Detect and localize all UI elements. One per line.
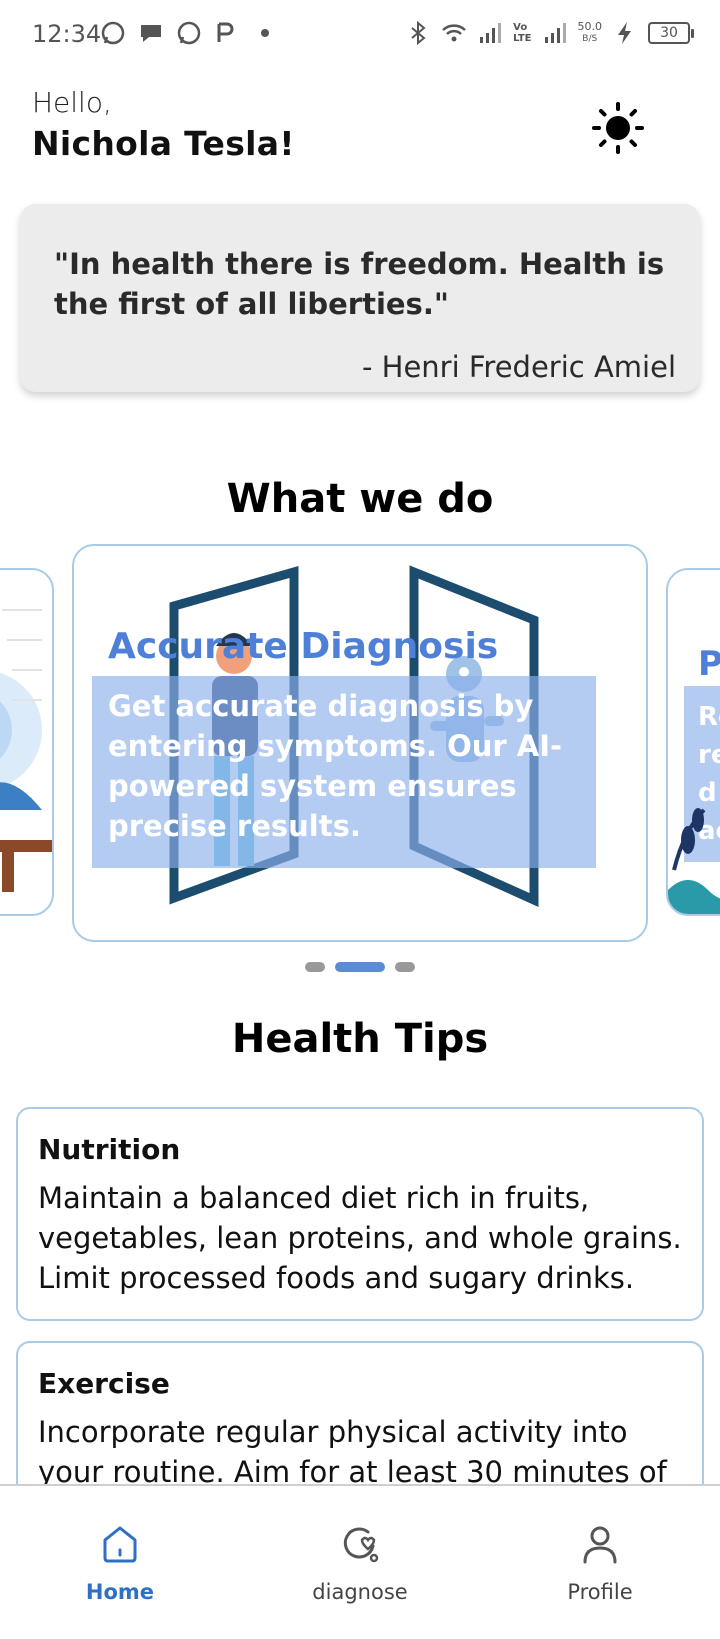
bottom-navigation: Home diagnose Profile bbox=[0, 1484, 720, 1639]
nav-label: Profile bbox=[567, 1580, 633, 1604]
signal-icon bbox=[544, 23, 566, 43]
status-time: 12:34 bbox=[32, 20, 102, 48]
nav-item-profile[interactable]: Profile bbox=[480, 1486, 720, 1639]
battery-indicator: 30 bbox=[648, 22, 694, 44]
carousel-dot[interactable] bbox=[395, 962, 415, 972]
services-carousel[interactable]: Accurate Diagnosis Get accurate diagnosi… bbox=[0, 540, 720, 960]
bluetooth-icon bbox=[411, 20, 426, 46]
whatsapp-icon bbox=[101, 21, 125, 45]
tip-text: Maintain a balanced diet rich in fruits,… bbox=[38, 1181, 682, 1295]
wifi-icon bbox=[442, 24, 466, 42]
carousel-card-next[interactable]: P Re re d ac bbox=[666, 568, 720, 916]
net-speed: 50.0 B/S bbox=[578, 21, 603, 45]
notification-icons bbox=[100, 20, 278, 46]
volte-indicator: Vo LTE bbox=[513, 22, 531, 44]
tip-title: Nutrition bbox=[38, 1133, 181, 1166]
chat-icon bbox=[141, 25, 161, 42]
dot-icon bbox=[261, 29, 269, 37]
carousel-card-active[interactable]: Accurate Diagnosis Get accurate diagnosi… bbox=[72, 544, 648, 942]
card-heading: Accurate Diagnosis bbox=[108, 626, 499, 667]
carousel-indicator bbox=[0, 962, 720, 972]
user-name: Nichola Tesla! bbox=[32, 124, 295, 163]
nav-label: diagnose bbox=[312, 1580, 408, 1604]
status-bar: 12:34 Vo LTE 50.0 B/S 30 bbox=[0, 0, 720, 72]
nav-item-diagnose[interactable]: diagnose bbox=[240, 1486, 480, 1639]
signal-icon bbox=[480, 23, 502, 43]
illustration-image bbox=[0, 609, 52, 892]
tip-text: Incorporate regular physical activity in… bbox=[38, 1415, 667, 1489]
net-speed-value: 50.0 bbox=[577, 20, 603, 33]
carousel-dot-active[interactable] bbox=[335, 962, 385, 972]
app-icon bbox=[217, 22, 234, 42]
quote-author: - Henri Frederic Amiel bbox=[361, 350, 676, 384]
leaf-illustration bbox=[668, 808, 720, 914]
charging-icon bbox=[618, 22, 631, 44]
what-we-do-title: What we do bbox=[226, 476, 494, 522]
theme-toggle-button[interactable] bbox=[590, 100, 646, 156]
sun-icon bbox=[592, 102, 644, 154]
card-description: Get accurate diagnosis by entering sympt… bbox=[108, 689, 563, 843]
health-tips-title: Health Tips bbox=[231, 1016, 489, 1062]
quote-card: "In health there is freedom. Health is t… bbox=[20, 204, 700, 392]
carousel-card-previous[interactable] bbox=[0, 568, 54, 916]
tip-title: Exercise bbox=[38, 1367, 170, 1400]
volte-bottom: LTE bbox=[513, 33, 532, 44]
nav-label: Home bbox=[85, 1580, 155, 1604]
home-icon bbox=[103, 1526, 137, 1563]
person-icon bbox=[583, 1526, 617, 1564]
greeting: Hello, bbox=[32, 86, 112, 119]
tip-card-nutrition[interactable]: Nutrition Maintain a balanced diet rich … bbox=[16, 1107, 704, 1321]
carousel-dot[interactable] bbox=[305, 962, 325, 972]
net-speed-unit: B/S bbox=[582, 34, 598, 44]
nav-item-home[interactable]: Home bbox=[0, 1486, 240, 1639]
whatsapp-icon bbox=[177, 21, 201, 45]
volte-top: Vo bbox=[513, 22, 528, 33]
stethoscope-icon bbox=[343, 1527, 379, 1563]
system-icons: Vo LTE 50.0 B/S 30 bbox=[405, 20, 694, 46]
quote-text: "In health there is freedom. Health is t… bbox=[54, 247, 665, 321]
